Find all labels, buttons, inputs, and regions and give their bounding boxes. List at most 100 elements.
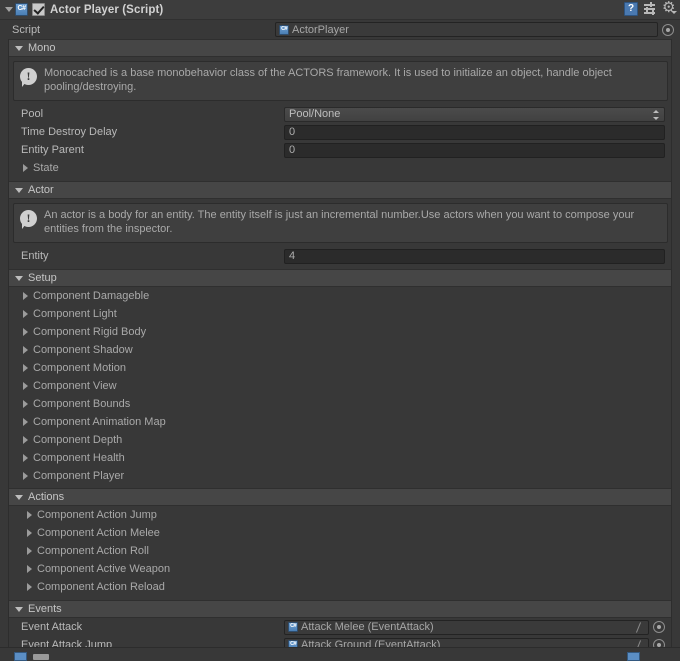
list-item[interactable]: Component Active Weapon (9, 560, 671, 578)
event-asset-icon (288, 622, 298, 632)
list-item[interactable]: Component View (9, 377, 671, 395)
component-label: Component Rigid Body (33, 326, 147, 338)
mono-foldout-arrow-icon (15, 45, 23, 51)
section-actor-title: Actor (28, 184, 54, 196)
script-object-value: ActorPlayer (292, 23, 349, 36)
foldout-arrow-icon (27, 565, 32, 573)
foldout-arrow-icon (27, 547, 32, 555)
list-item[interactable]: Component Action Reload (9, 578, 671, 596)
chevron-updown-icon (652, 109, 659, 120)
foldout-arrow-icon (23, 364, 28, 372)
preset-icon[interactable] (643, 2, 657, 16)
component-label: Component Action Melee (37, 527, 160, 539)
inspector-panel: Actor Player (Script) Script ActorPlayer… (0, 0, 680, 661)
component-label: Component Action Reload (37, 581, 165, 593)
section-actor-header[interactable]: Actor (9, 181, 671, 199)
edit-pencil-icon[interactable] (635, 622, 643, 633)
section-actions-title: Actions (28, 491, 65, 503)
foldout-arrow-icon (23, 472, 28, 480)
time-destroy-delay-field: 0 (284, 124, 671, 140)
section-actions-header[interactable]: Actions (9, 488, 671, 506)
script-row: Script ActorPlayer (0, 20, 680, 39)
foldout-arrow-icon (23, 328, 28, 336)
component-label: Component Damageble (33, 290, 150, 302)
component-enabled-checkbox[interactable] (32, 3, 45, 16)
component-label: Component Active Weapon (37, 563, 171, 575)
event-attack-object-field[interactable]: Attack Melee (EventAttack) (284, 619, 649, 635)
info-icon (20, 67, 37, 87)
partial-label-left (33, 654, 49, 660)
entity-parent-input[interactable]: 0 (284, 142, 665, 158)
script-asset-icon (279, 24, 289, 35)
entity-parent-field: 0 (284, 142, 671, 158)
component-header-icons (624, 0, 677, 16)
list-item[interactable]: Component Animation Map (9, 413, 671, 431)
script-row-label: Script (12, 23, 41, 36)
component-label: Component Bounds (33, 398, 131, 410)
list-item[interactable]: Component Damageble (9, 287, 671, 305)
event-attack-picker-icon[interactable] (653, 621, 665, 633)
foldout-arrow-icon (27, 583, 32, 591)
pool-dropdown-value: Pool/None (289, 108, 341, 120)
actor-help-text: An actor is a body for an entity. The en… (44, 209, 635, 235)
list-item[interactable]: Component Action Roll (9, 542, 671, 560)
script-object-field[interactable]: ActorPlayer (275, 22, 658, 37)
help-book-icon[interactable] (624, 2, 638, 16)
foldout-arrow-icon (23, 310, 28, 318)
list-item[interactable]: Component Motion (9, 359, 671, 377)
section-actor-body: An actor is a body for an entity. The en… (9, 203, 671, 269)
gear-icon[interactable] (662, 0, 677, 16)
section-mono-title: Mono (28, 42, 56, 54)
component-foldout-arrow-icon[interactable] (2, 0, 15, 20)
list-item[interactable]: Component Rigid Body (9, 323, 671, 341)
section-setup-title: Setup (28, 272, 57, 284)
mono-help-box: Monocached is a base monobehavior class … (13, 61, 668, 101)
bottom-partial-row (0, 647, 680, 661)
component-label: Component Motion (33, 362, 126, 374)
list-item[interactable]: Component Action Jump (9, 506, 671, 524)
setup-foldout-arrow-icon (15, 275, 23, 281)
component-label: Component Depth (33, 434, 123, 446)
foldout-arrow-icon (23, 382, 28, 390)
entity-input[interactable]: 4 (284, 248, 665, 264)
component-label: Component View (33, 380, 117, 392)
events-foldout-arrow-icon (15, 606, 23, 612)
pool-dropdown[interactable]: Pool/None (284, 106, 665, 122)
component-label: Component Action Jump (37, 509, 157, 521)
foldout-arrow-icon (23, 418, 28, 426)
foldout-arrow-icon (23, 400, 28, 408)
foldout-arrow-icon (23, 346, 28, 354)
info-icon (20, 209, 37, 229)
foldout-arrow-icon (27, 511, 32, 519)
component-header[interactable]: Actor Player (Script) (0, 0, 680, 20)
time-destroy-delay-row: Time Destroy Delay 0 (9, 123, 671, 141)
script-row-field: ActorPlayer (275, 22, 680, 37)
actions-foldout-arrow-icon (15, 494, 23, 500)
time-destroy-delay-input[interactable]: 0 (284, 124, 665, 140)
section-setup-body: Component Damageble Component Light Comp… (9, 287, 671, 488)
list-item[interactable]: Component Depth (9, 431, 671, 449)
state-foldout-row[interactable]: State (9, 159, 671, 177)
list-item[interactable]: Component Bounds (9, 395, 671, 413)
foldout-arrow-icon (27, 529, 32, 537)
event-attack-value: Attack Melee (EventAttack) (301, 621, 434, 633)
section-mono-header[interactable]: Mono (9, 39, 671, 57)
actor-foldout-arrow-icon (15, 187, 23, 193)
list-item[interactable]: Component Action Melee (9, 524, 671, 542)
entity-label: Entity (21, 250, 49, 262)
list-item[interactable]: Component Health (9, 449, 671, 467)
section-setup-header[interactable]: Setup (9, 269, 671, 287)
component-label: Component Light (33, 308, 117, 320)
script-object-picker-icon[interactable] (662, 23, 674, 36)
pool-label: Pool (21, 108, 44, 120)
component-title: Actor Player (Script) (50, 3, 164, 16)
list-item[interactable]: Component Player (9, 467, 671, 485)
entity-parent-row: Entity Parent 0 (9, 141, 671, 159)
section-actions: Actions Component Action Jump Component … (8, 488, 672, 600)
list-item[interactable]: Component Light (9, 305, 671, 323)
list-item[interactable]: Component Shadow (9, 341, 671, 359)
state-foldout-arrow-icon (23, 164, 28, 172)
section-events-header[interactable]: Events (9, 600, 671, 618)
section-setup: Setup Component Damageble Component Ligh… (8, 269, 672, 488)
entity-parent-label: Entity Parent (21, 144, 84, 156)
